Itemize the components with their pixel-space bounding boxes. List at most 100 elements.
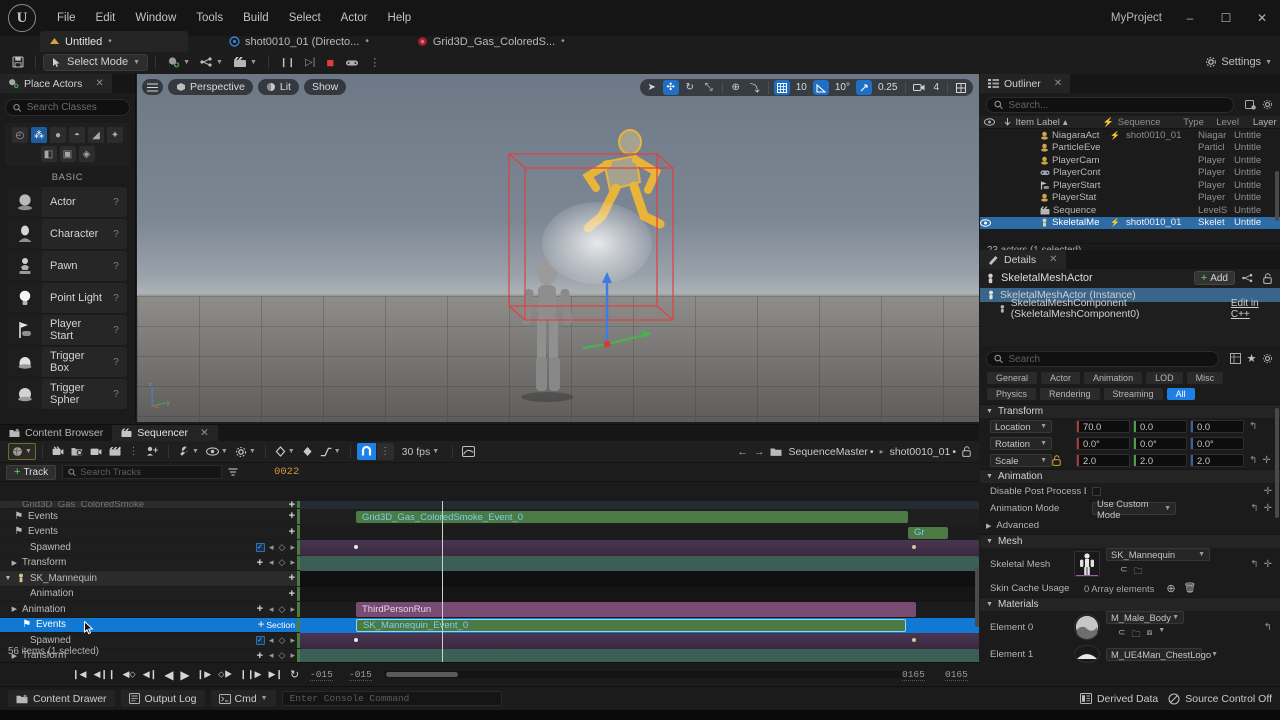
open-asset-icon[interactable]: 🗀 [1134,564,1143,580]
outliner-row-playerstate[interactable]: PlayerStat Player Untitle [980,192,1280,205]
material-options-icon[interactable]: ⧈ [1147,627,1153,643]
track-events-2[interactable]: ⚑ Events + [0,524,300,540]
section-materials[interactable]: ▼ Materials [980,597,1280,611]
next-key-icon[interactable]: ▸ [290,604,295,615]
jump-to-start-button[interactable]: ❙◀ [72,669,86,680]
scale-y-field[interactable]: 2.0 [1133,454,1187,467]
eye-icon[interactable]: ▼ [203,443,231,460]
stop-button[interactable]: ■ [321,53,339,71]
eject-icon[interactable] [341,53,363,71]
track-animation-2[interactable]: ▶ Animation + ◂ ◇ ▸ [0,602,300,618]
filter-animation[interactable]: Animation [1084,372,1143,384]
tab-shot0010-sequence[interactable]: shot0010_01 (Directo... • [220,31,380,52]
delete-icon[interactable]: 🗑 [1184,583,1197,594]
viewport-menu-icon[interactable] [142,79,163,95]
source-control-button[interactable]: Source Control Off [1168,693,1272,705]
keyframe-icon[interactable]: ✛ [1262,455,1270,466]
chevron-down-icon[interactable]: ▼ [1158,627,1165,643]
fps-dropdown[interactable]: 30 fps ▼ [395,443,447,460]
property-advanced[interactable]: ▶ Advanced [980,517,1280,534]
sequencer-timeline[interactable]: -015 0000 0015 0030 0045 0060 0075 0090 … [300,501,979,663]
reset-mesh-icon[interactable]: ↰ [1250,559,1258,570]
outliner-search-input[interactable] [1008,99,1226,111]
prev-key-icon[interactable]: ◂ [269,635,274,646]
help-icon[interactable]: ? [105,229,127,240]
add-icon[interactable]: + [289,526,295,538]
location-dropdown[interactable]: Location ▼ [990,420,1052,433]
place-actor-trigger-box[interactable]: Trigger Box ? [8,347,127,377]
recently-placed-icon[interactable]: ◴ [12,127,28,143]
gear-icon[interactable]: ▼ [232,443,259,460]
output-log-button[interactable]: Output Log [120,690,205,707]
filter-misc[interactable]: Misc [1186,372,1224,384]
close-icon[interactable]: ✕ [1054,78,1062,89]
menu-window[interactable]: Window [126,8,185,28]
details-search[interactable] [986,351,1219,367]
scale-snap-value[interactable]: 0.25 [875,82,900,93]
keyframe-dot[interactable] [354,638,358,642]
help-icon[interactable]: ? [105,389,127,400]
rotation-x-field[interactable]: 0.0° [1076,437,1130,450]
reset-scale-icon[interactable]: ↰ [1249,455,1257,466]
tab-untitled-level[interactable]: Untitled • [40,31,188,52]
spawned-checkbox[interactable]: ✓ [251,542,269,552]
section-label[interactable]: Section [266,620,300,630]
menu-file[interactable]: File [48,8,85,28]
rotation-y-field[interactable]: 0.0° [1133,437,1187,450]
geometry-icon[interactable]: ◧ [40,146,57,162]
place-actors-tab[interactable]: Place Actors ✕ [0,74,112,93]
component-row-meshcomponent[interactable]: SkeletalMeshComponent (SkeletalMeshCompo… [980,298,1280,320]
next-key-icon[interactable]: ▸ [290,650,295,661]
level-viewport[interactable]: z y Perspective Lit Show ➤ ✣ ↻ ⤡ ⊕ ⤵ 10 … [137,74,979,422]
outliner-row-playercamera[interactable]: PlayerCam Player Untitle [980,154,1280,167]
outliner-row-playerstart[interactable]: PlayerStart Player Untitle [980,179,1280,192]
skeletal-mesh-dropdown[interactable]: SK_Mannequin ▼ [1106,548,1210,561]
track-events-1[interactable]: ⚑ Events + [0,509,300,525]
expander-icon[interactable]: ▼ [0,575,16,582]
menu-select[interactable]: Select [280,8,330,28]
settings-dropdown[interactable]: Settings ▼ [1205,56,1272,68]
element1-thumbnail[interactable] [1074,645,1100,663]
volumes-icon[interactable]: ▣ [59,146,76,162]
details-tab[interactable]: Details ✕ [980,250,1066,269]
rotation-z-field[interactable]: 0.0° [1190,437,1244,450]
console-command-input[interactable] [281,691,502,706]
scale-x-field[interactable]: 2.0 [1076,454,1130,467]
range-end-value[interactable]: 0165 [945,669,968,681]
disable-pp-checkbox[interactable] [1092,487,1101,496]
favorites-star-icon[interactable]: ★ [1245,352,1258,365]
save-icon[interactable] [8,53,28,71]
snap-options-icon[interactable]: ⋮ [376,443,394,460]
grid-snap-icon[interactable] [773,80,790,95]
clip-transform-band-1[interactable] [300,555,979,571]
outliner-row-playercontroller[interactable]: PlayerCont Player Untitle [980,167,1280,180]
filter-lod[interactable]: LOD [1146,372,1183,384]
filter-streaming[interactable]: Streaming [1103,388,1163,400]
spawned-checkbox[interactable]: ✓ [251,635,269,645]
menu-tools[interactable]: Tools [187,8,232,28]
breadcrumb-shot[interactable]: shot0010_01 [890,446,951,458]
clapper-icon[interactable] [106,443,124,460]
help-icon[interactable]: ? [105,261,127,272]
filter-physics[interactable]: Physics [987,388,1037,400]
track-transform-1[interactable]: ▶ Transform + ◂ ◇ ▸ [0,555,300,571]
help-icon[interactable]: ? [105,293,127,304]
place-actor-player-start[interactable]: Player Start ? [8,315,127,345]
find-icon[interactable] [68,443,86,460]
clip-thirdpersonrun[interactable]: ThirdPersonRun [356,602,916,617]
angle-snap-value[interactable]: 10° [832,82,853,93]
more-options-icon[interactable]: ⋮ [365,53,384,71]
help-icon[interactable]: ? [105,197,127,208]
prev-key-icon[interactable]: ◂ [269,604,274,615]
prev-key-icon[interactable]: ◂ [269,557,274,568]
outliner-row-niagaraactor[interactable]: NiagaraAct ⚡ shot0010_01 Niagar Untitle [980,129,1280,142]
create-actor-icon[interactable]: ▼ [163,53,194,71]
track-events-selected[interactable]: ⚑ Events + Section [0,617,300,633]
keyframe-dot[interactable] [912,638,916,642]
viewport-layout-icon[interactable] [953,80,969,95]
row-visibility-toggle[interactable] [980,219,1002,227]
add-key-icon[interactable]: ◇ [279,542,286,553]
place-actor-point-light[interactable]: Point Light ? [8,283,127,313]
place-actor-trigger-sphere[interactable]: Trigger Spher ? [8,379,127,409]
pause-button[interactable]: ❙❙ [276,53,299,71]
